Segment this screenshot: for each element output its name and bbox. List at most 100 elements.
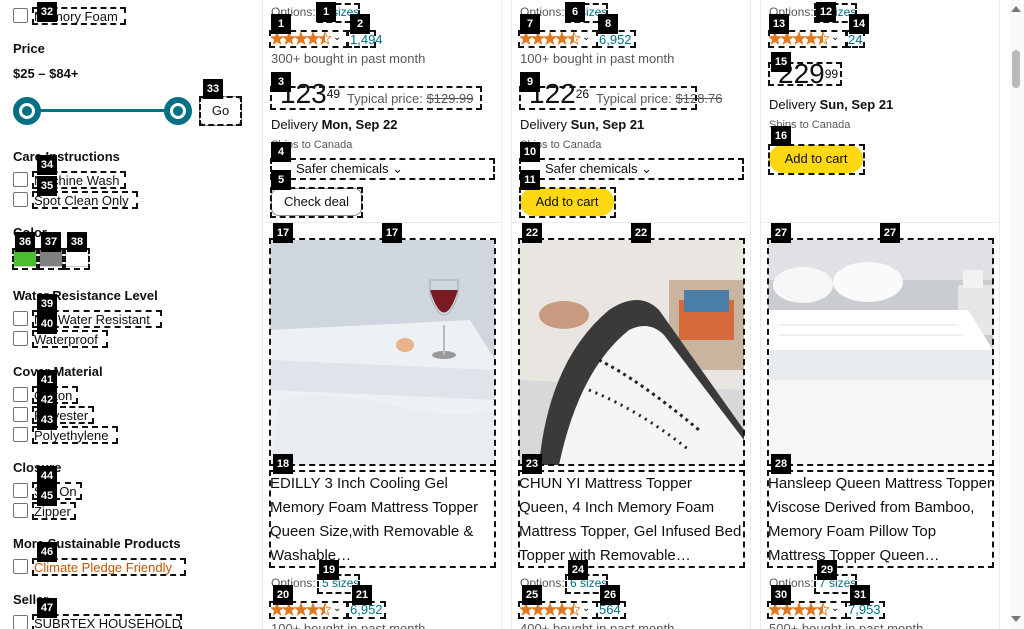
hint-badge: 17 — [273, 223, 293, 243]
checkbox-polyester[interactable] — [13, 407, 28, 422]
price-fraction: 26 — [575, 87, 590, 101]
chevron-down-icon[interactable]: ⌄ — [582, 32, 590, 43]
hint-badge: 32 — [37, 2, 57, 22]
hint-badge: 25 — [522, 585, 542, 605]
product-image-edilly[interactable] — [270, 240, 495, 465]
delivery-info: Delivery Mon, Sep 22 — [271, 117, 397, 132]
scroll-down-icon[interactable] — [1011, 616, 1021, 622]
price-min-handle[interactable] — [13, 97, 41, 125]
hint-badge: 14 — [849, 14, 869, 34]
checkbox-waterproof[interactable] — [13, 331, 28, 346]
checkbox-climate-pledge[interactable] — [13, 559, 28, 574]
checkbox-cotton[interactable] — [13, 387, 28, 402]
chevron-down-icon[interactable]: ⌄ — [333, 32, 341, 43]
hint-badge: 36 — [15, 232, 35, 252]
safer-chemicals-badge[interactable]: Safer chemicals ⌄ — [296, 161, 403, 177]
option-waterproof[interactable]: Waterproof — [34, 332, 98, 347]
hint-badge: 22 — [522, 223, 542, 243]
safer-chemicals-badge[interactable]: Safer chemicals ⌄ — [545, 161, 652, 177]
check-deal-button[interactable]: Check deal — [271, 188, 362, 216]
hint-badge: 1 — [316, 2, 336, 22]
checkbox-spot-clean[interactable] — [13, 192, 28, 207]
bought-count: 300+ bought in past month — [271, 51, 426, 66]
star-rating-icon[interactable] — [271, 32, 331, 46]
hint-badge: 20 — [273, 585, 293, 605]
cover-header: Cover Material — [13, 364, 103, 379]
chevron-down-icon[interactable]: ⌄ — [333, 603, 341, 614]
checkbox-not-water-resistant[interactable] — [13, 311, 28, 326]
star-rating-icon[interactable] — [520, 603, 580, 617]
checkbox-polyethylene[interactable] — [13, 427, 28, 442]
price-fraction: 49 — [326, 87, 341, 101]
price-slider-track[interactable] — [27, 109, 179, 112]
hint-badge: 16 — [771, 126, 791, 146]
checkbox-subrtex[interactable] — [13, 615, 28, 629]
price-go-button[interactable]: Go — [199, 96, 242, 126]
hint-badge: 3 — [271, 72, 291, 92]
product-image-chun-yi[interactable] — [519, 240, 744, 465]
price-range: $25 – $84+ — [13, 66, 79, 81]
price-max-handle[interactable] — [164, 97, 192, 125]
option-polyethylene[interactable]: Polyethylene — [34, 428, 108, 443]
star-rating-icon[interactable] — [520, 32, 580, 46]
hint-badge: 8 — [598, 14, 618, 34]
delivery-info: Delivery Sun, Sep 21 — [520, 117, 644, 132]
product-photo-icon — [270, 240, 495, 465]
star-rating-icon[interactable] — [769, 603, 829, 617]
rating-count-link[interactable]: 1,494 — [350, 32, 383, 47]
price-fraction: 99 — [824, 67, 839, 81]
hint-badge: 38 — [67, 232, 87, 252]
hint-badge: 1 — [271, 14, 291, 34]
hint-badge: 10 — [520, 142, 540, 162]
hint-badge: 23 — [522, 454, 542, 474]
option-climate-pledge[interactable]: Climate Pledge Friendly — [34, 560, 172, 575]
chevron-down-icon[interactable]: ⌄ — [831, 32, 839, 43]
scroll-up-icon[interactable] — [1011, 6, 1021, 12]
hint-badge: 40 — [37, 314, 57, 334]
add-to-cart-button[interactable]: Add to cart — [769, 145, 863, 173]
hint-badge: 29 — [817, 560, 837, 580]
price-header: Price — [13, 41, 45, 56]
hint-badge: 2 — [350, 14, 370, 34]
checkbox-memory-foam[interactable] — [13, 8, 28, 23]
product-title-link[interactable]: EDILLY 3 Inch Cooling Gel Memory Foam Ma… — [270, 472, 496, 568]
hint-badge: 28 — [771, 454, 791, 474]
page-scrollbar[interactable] — [1009, 0, 1024, 629]
chevron-down-icon[interactable]: ⌄ — [582, 603, 590, 614]
delivery-date: Sun, Sep 21 — [819, 97, 894, 112]
safer-chemicals-label: Safer chemicals — [296, 161, 389, 176]
chevron-down-icon[interactable]: ⌄ — [831, 603, 839, 614]
checkbox-zipper[interactable] — [13, 503, 28, 518]
rating-count-link[interactable]: 24 — [848, 32, 862, 47]
typical-price-label: Typical price: — [596, 91, 672, 106]
delivery-date: Mon, Sep 22 — [321, 117, 398, 132]
hint-badge: 15 — [771, 52, 791, 72]
star-rating-icon[interactable] — [271, 603, 331, 617]
product-image-hansleep[interactable] — [768, 240, 993, 465]
delivery-label: Delivery — [769, 97, 816, 112]
hint-badge: 47 — [37, 598, 57, 618]
option-zipper[interactable]: Zipper — [34, 504, 71, 519]
hint-badge: 26 — [600, 585, 620, 605]
bought-count: 400+ bought in past month — [520, 621, 675, 629]
product-photo-icon — [519, 240, 744, 465]
add-to-cart-button[interactable]: Add to cart — [520, 188, 614, 216]
rating-count-link[interactable]: 6,952 — [599, 32, 632, 47]
hint-badge: 31 — [850, 585, 870, 605]
hint-badge: 45 — [37, 486, 57, 506]
delivery-info: Delivery Sun, Sep 21 — [769, 97, 893, 112]
hint-badge: 42 — [37, 390, 57, 410]
star-rating-icon[interactable] — [769, 32, 829, 46]
scrollbar-thumb[interactable] — [1012, 50, 1020, 88]
water-header: Water Resistance Level — [13, 288, 158, 303]
care-header: Care Instructions — [13, 149, 120, 164]
chevron-down-icon: ⌄ — [641, 161, 653, 176]
hint-badge: 13 — [769, 14, 789, 34]
product-title-link[interactable]: Hansleep Queen Mattress Topper Viscose D… — [768, 472, 994, 568]
product-title-link[interactable]: CHUN YI Mattress Topper Queen, 4 Inch Me… — [519, 472, 745, 568]
checkbox-slip-on[interactable] — [13, 483, 28, 498]
bought-count: 100+ bought in past month — [271, 621, 426, 629]
typical-price-label: Typical price: — [347, 91, 423, 106]
hint-badge: 27 — [880, 223, 900, 243]
checkbox-machine-wash[interactable] — [13, 172, 28, 187]
